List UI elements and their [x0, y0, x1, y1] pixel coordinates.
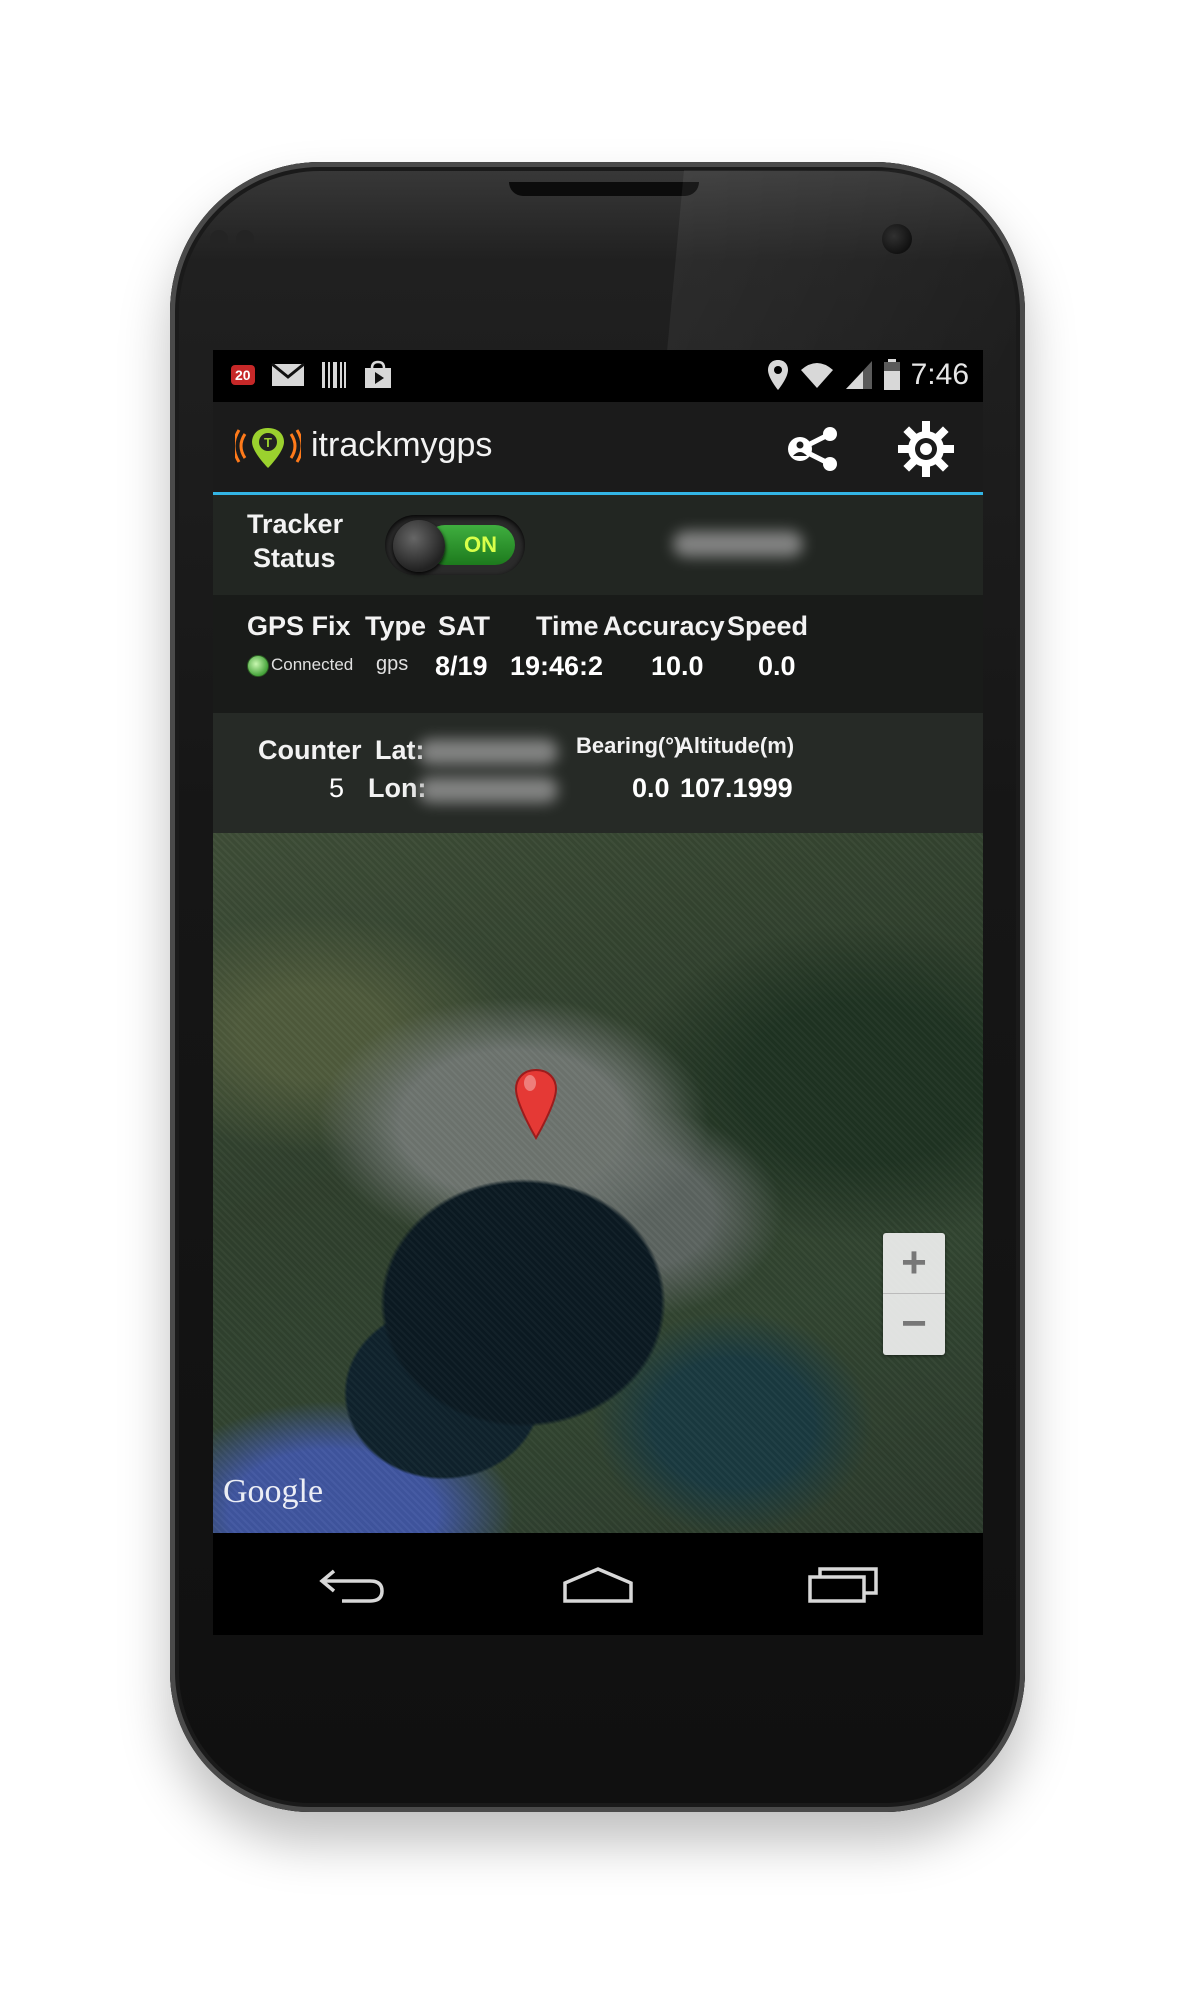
front-camera: [882, 224, 912, 254]
toggle-knob: [393, 520, 445, 572]
zoom-out-button[interactable]: −: [883, 1294, 945, 1354]
type-label: Type: [365, 611, 427, 641]
barcode-icon: [321, 362, 346, 388]
gmail-icon: [270, 362, 305, 386]
share-icon: [788, 427, 837, 471]
time-label: Time: [536, 611, 599, 641]
back-button[interactable]: [303, 1555, 403, 1615]
screen: 20 7:46 T itrackmygps Tracker Status ON …: [213, 350, 983, 1635]
location-icon: [767, 360, 788, 390]
wifi-icon: [800, 363, 833, 388]
app-title: itrackmygps: [311, 426, 493, 464]
home-icon: [563, 1567, 633, 1603]
back-icon: [319, 1569, 384, 1603]
settings-icon: [898, 421, 954, 477]
app-logo-icon: T: [235, 428, 301, 468]
gps-fix-status-icon: [247, 655, 269, 677]
gps-fix-status: Connected: [271, 655, 354, 674]
proximity-sensor: [210, 230, 228, 248]
counter-label: Counter: [258, 735, 362, 765]
speed-label: Speed: [727, 611, 809, 641]
light-sensor: [236, 230, 254, 248]
type-value: gps: [376, 653, 409, 675]
earpiece-speaker: [509, 182, 699, 196]
home-button[interactable]: [548, 1555, 648, 1615]
counter-value: 5: [329, 773, 345, 803]
navigation-bar: [213, 1533, 983, 1635]
recents-icon: [808, 1567, 878, 1603]
battery-icon: [883, 359, 900, 390]
status-label: Status: [253, 543, 336, 573]
altitude-label: Altitude(m): [678, 733, 795, 758]
notification-badge-icon: 20: [231, 365, 255, 385]
zoom-in-button[interactable]: +: [883, 1233, 945, 1294]
map-view[interactable]: Google + −: [213, 833, 983, 1533]
sat-label: SAT: [438, 611, 490, 641]
accuracy-value: 10.0: [651, 651, 704, 681]
tracker-status-panel: Tracker Status ON: [213, 495, 983, 595]
bearing-value: 0.0: [632, 773, 670, 803]
recents-button[interactable]: [793, 1555, 893, 1615]
share-button[interactable]: [783, 418, 845, 480]
bearing-label: Bearing(°): [576, 733, 682, 758]
gps-info-panel: GPS Fix Connected Type gps SAT 8/19 Time…: [213, 595, 983, 713]
tracker-label: Tracker: [247, 509, 344, 539]
status-bar: 20 7:46: [213, 350, 983, 402]
speed-value: 0.0: [758, 651, 796, 681]
device-id-redacted: [673, 531, 803, 557]
gps-fix-label: GPS Fix: [247, 611, 351, 641]
altitude-value: 107.1999: [680, 773, 793, 803]
time-value: 19:46:2: [510, 651, 604, 681]
tracker-toggle[interactable]: ON: [385, 515, 525, 575]
position-panel: Counter 5 Lat: Lon: Bearing(°) 0.0 Altit…: [213, 713, 983, 833]
longitude-redacted: [418, 777, 558, 803]
sat-value: 8/19: [435, 651, 488, 681]
latitude-redacted: [418, 739, 558, 765]
signal-icon: [845, 361, 872, 389]
status-clock: 7:46: [910, 358, 969, 391]
zoom-controls: + −: [883, 1233, 945, 1355]
google-attribution: Google: [223, 1473, 324, 1510]
play-store-icon: [364, 360, 391, 388]
map-pin-icon[interactable]: [513, 1068, 559, 1140]
accuracy-label: Accuracy: [603, 611, 725, 641]
svg-text:T: T: [264, 435, 272, 450]
settings-button[interactable]: [893, 416, 959, 482]
action-bar: T itrackmygps: [213, 402, 983, 495]
